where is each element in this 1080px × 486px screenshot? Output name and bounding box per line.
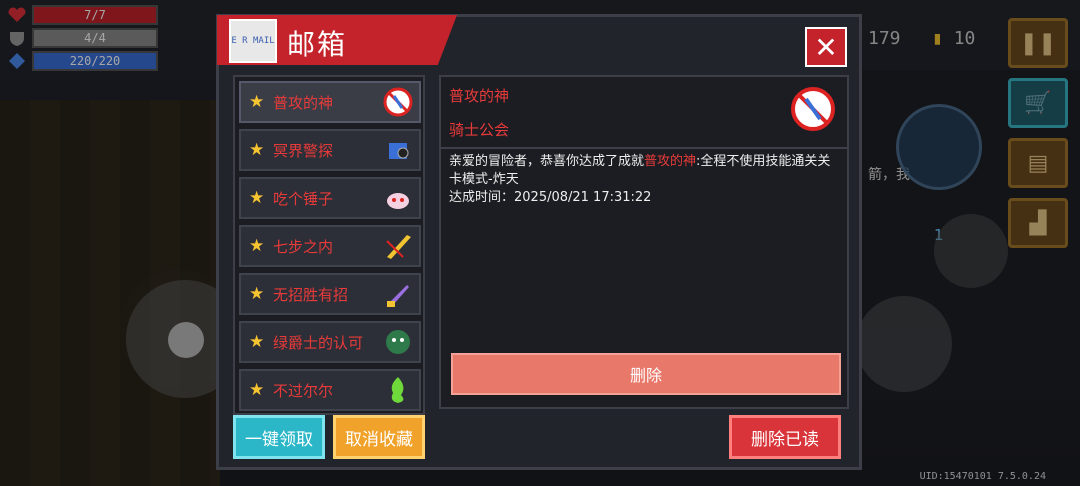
achievement-time: 达成时间：2025/08/21 17:31:22: [449, 190, 652, 205]
detail-title: 普攻的神: [449, 87, 510, 105]
blade-icon: [381, 277, 415, 311]
hammer-icon: [381, 181, 415, 215]
green-flame-icon: [381, 373, 415, 407]
mailbox-dialog: E R MAIL 邮箱 ✕ ★ 普攻的神 ★ 冥界警探 ★ 吃个锤子 ★ 七步之…: [216, 14, 862, 470]
detail-divider: [441, 147, 847, 149]
mail-icon: E R MAIL: [229, 19, 277, 63]
delete-button[interactable]: 删除: [451, 353, 841, 395]
body-text: 亲爱的冒险者，恭喜你达成了成就: [449, 154, 645, 169]
mail-item-label: 七步之内: [273, 237, 334, 256]
star-icon: ★: [249, 140, 265, 160]
mail-detail: 普攻的神 骑士公会 亲爱的冒险者，恭喜你达成了成就普攻的神:全程不使用技能通关关…: [439, 75, 849, 409]
mail-item[interactable]: ★ 普攻的神: [239, 81, 421, 123]
detail-sender: 骑士公会: [449, 121, 510, 139]
star-icon: ★: [249, 92, 265, 112]
mail-item-label: 冥界警探: [273, 141, 334, 160]
green-knight-icon: [381, 325, 415, 359]
star-icon: ★: [249, 188, 265, 208]
delete-read-button[interactable]: 删除已读: [729, 415, 841, 459]
mail-item[interactable]: ★ 绿爵士的认可: [239, 321, 421, 363]
title-banner: E R MAIL 邮箱: [217, 15, 457, 65]
mail-item[interactable]: ★ 无招胜有招: [239, 273, 421, 315]
star-icon: ★: [249, 236, 265, 256]
mail-item[interactable]: ★ 冥界警探: [239, 129, 421, 171]
mail-item[interactable]: ★ 七步之内: [239, 225, 421, 267]
body-achievement: 普攻的神: [644, 154, 697, 169]
mail-item-label: 吃个锤子: [273, 189, 334, 208]
unfavorite-button[interactable]: 取消收藏: [333, 415, 425, 459]
close-button[interactable]: ✕: [805, 27, 847, 67]
detail-body: 亲爱的冒险者，恭喜你达成了成就普攻的神:全程不使用技能通关关卡模式-炸天 达成时…: [449, 153, 839, 207]
mail-item-label: 普攻的神: [273, 93, 334, 112]
star-icon: ★: [249, 380, 265, 400]
mail-item[interactable]: ★ 不过尔尔: [239, 369, 421, 411]
mail-item-label: 不过尔尔: [273, 381, 334, 400]
star-icon: ★: [249, 332, 265, 352]
star-icon: ★: [249, 284, 265, 304]
sword-icon: [381, 229, 415, 263]
mail-list[interactable]: ★ 普攻的神 ★ 冥界警探 ★ 吃个锤子 ★ 七步之内 ★ 无招胜有招 ★ 绿爵…: [233, 75, 425, 415]
no-attack-icon: [789, 85, 837, 133]
no-attack-icon: [381, 85, 415, 119]
mail-item-label: 绿爵士的认可: [273, 333, 364, 352]
claim-all-button[interactable]: 一键领取: [233, 415, 325, 459]
mail-item[interactable]: ★ 吃个锤子: [239, 177, 421, 219]
detective-icon: [381, 133, 415, 167]
dialog-title: 邮箱: [287, 28, 348, 61]
mail-item-label: 无招胜有招: [273, 285, 349, 304]
